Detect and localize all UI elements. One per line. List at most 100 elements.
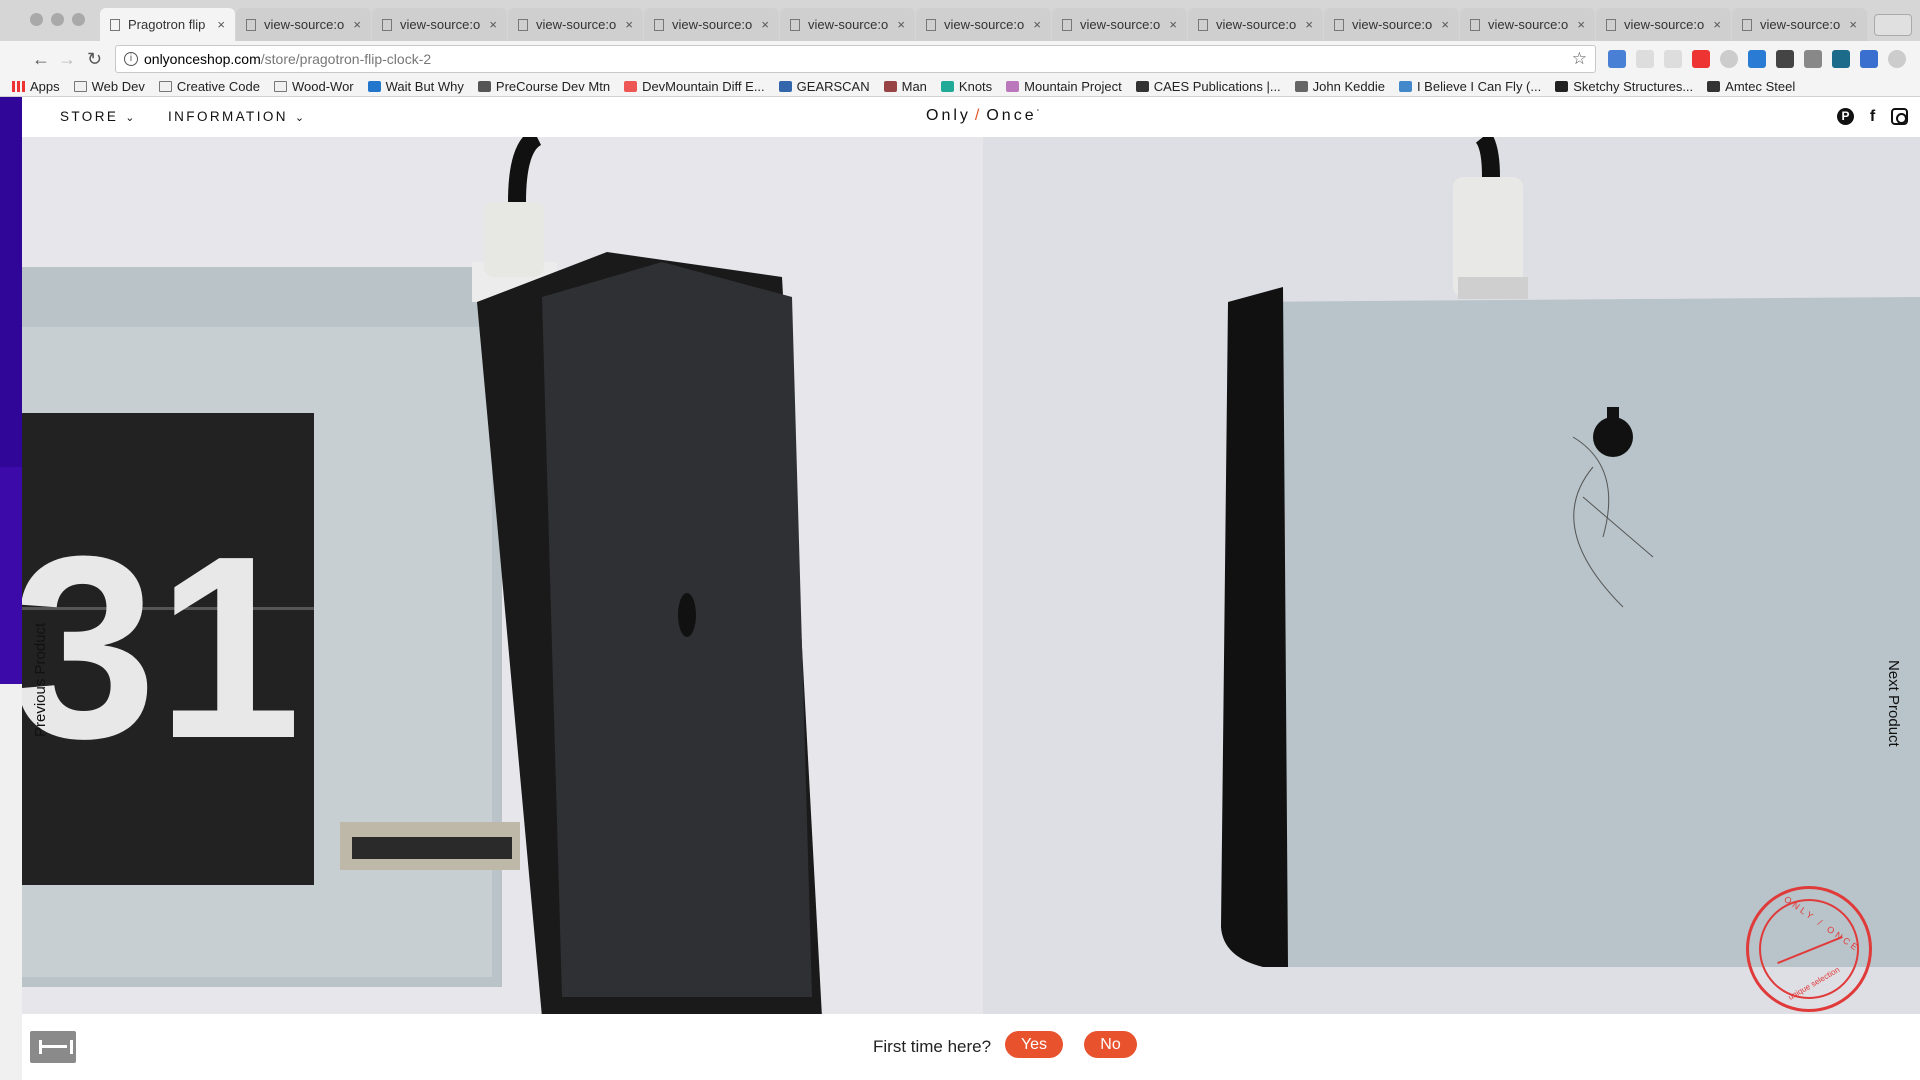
nav-information[interactable]: INFORMATION ⌄ bbox=[168, 109, 307, 124]
yes-button[interactable]: Yes bbox=[1005, 1031, 1063, 1058]
site-icon bbox=[477, 81, 491, 92]
bookmark-item[interactable]: Creative Code bbox=[158, 79, 260, 94]
close-tab-icon[interactable]: × bbox=[353, 17, 361, 32]
bookmark-item[interactable]: Amtec Steel bbox=[1707, 79, 1795, 94]
close-tab-icon[interactable]: × bbox=[1577, 17, 1585, 32]
bookmark-item[interactable]: GEARSCAN bbox=[778, 79, 870, 94]
bookmark-item[interactable]: Man bbox=[883, 79, 927, 94]
browser-tab[interactable]: view-source:o × bbox=[508, 8, 643, 41]
bookmark-item[interactable]: Knots bbox=[940, 79, 992, 94]
reload-icon[interactable]: ↻ bbox=[87, 49, 102, 70]
close-tab-icon[interactable]: × bbox=[489, 17, 497, 32]
first-time-question: First time here? bbox=[873, 1037, 992, 1056]
extension-icon[interactable] bbox=[1888, 50, 1906, 68]
bookmark-label: I Believe I Can Fly (... bbox=[1416, 79, 1542, 94]
extension-icon[interactable] bbox=[1720, 50, 1738, 68]
bookmark-item[interactable]: John Keddie bbox=[1294, 79, 1385, 94]
close-tab-icon[interactable]: × bbox=[1305, 17, 1313, 32]
close-window-button[interactable] bbox=[30, 13, 43, 26]
extension-icon[interactable] bbox=[1608, 50, 1626, 68]
site-info-icon[interactable]: i bbox=[124, 52, 138, 66]
bookmark-item[interactable]: DevMountain Diff E... bbox=[624, 79, 765, 94]
close-tab-icon[interactable]: × bbox=[1849, 17, 1857, 32]
tab-title: view-source:o bbox=[1352, 17, 1433, 32]
instagram-icon[interactable] bbox=[1891, 108, 1908, 125]
extension-icon[interactable] bbox=[1664, 50, 1682, 68]
close-tab-icon[interactable]: × bbox=[1033, 17, 1041, 32]
tab-title: view-source:o bbox=[1216, 17, 1297, 32]
browser-tab[interactable]: Pragotron flip × bbox=[100, 8, 235, 41]
close-tab-icon[interactable]: × bbox=[1169, 17, 1177, 32]
bookmark-star-icon[interactable]: ☆ bbox=[1572, 49, 1587, 69]
apps-grid-icon bbox=[12, 81, 25, 92]
facebook-icon[interactable]: f bbox=[1864, 108, 1881, 125]
close-tab-icon[interactable]: × bbox=[761, 17, 769, 32]
previous-product-link[interactable]: Previous Product bbox=[32, 623, 49, 737]
browser-tab[interactable]: view-source:o × bbox=[372, 8, 507, 41]
back-icon[interactable]: ← bbox=[32, 49, 50, 70]
site-icon bbox=[940, 81, 954, 92]
close-tab-icon[interactable]: × bbox=[625, 17, 633, 32]
browser-tab[interactable]: view-source:o × bbox=[1596, 8, 1731, 41]
hr-logo-icon[interactable] bbox=[30, 1031, 76, 1063]
svg-text:31: 31 bbox=[22, 503, 301, 793]
bookmark-item[interactable]: I Believe I Can Fly (... bbox=[1398, 79, 1542, 94]
site-icon bbox=[1135, 81, 1149, 92]
document-icon bbox=[382, 18, 392, 31]
chevron-down-icon: ⌄ bbox=[294, 112, 307, 124]
browser-tab[interactable]: view-source:o × bbox=[1732, 8, 1867, 41]
extension-icon[interactable] bbox=[1804, 50, 1822, 68]
browser-tab[interactable]: view-source:o × bbox=[1052, 8, 1187, 41]
nav-store[interactable]: STORE ⌄ bbox=[60, 109, 137, 124]
browser-tab[interactable]: view-source:o × bbox=[644, 8, 779, 41]
extension-icon[interactable] bbox=[1832, 50, 1850, 68]
document-icon bbox=[790, 18, 800, 31]
maximize-window-button[interactable] bbox=[72, 13, 85, 26]
bookmark-item[interactable]: Sketchy Structures... bbox=[1555, 79, 1693, 94]
bookmark-label: Wood-Wor bbox=[291, 79, 354, 94]
bookmark-item[interactable]: Mountain Project bbox=[1006, 79, 1122, 94]
address-bar[interactable]: i onlyonceshop.com/store/pragotron-flip-… bbox=[115, 45, 1596, 73]
bookmark-item[interactable]: Web Dev bbox=[73, 79, 145, 94]
extension-icon[interactable] bbox=[1860, 50, 1878, 68]
browser-tab[interactable]: view-source:o × bbox=[1460, 8, 1595, 41]
bookmark-item[interactable]: Apps bbox=[12, 79, 60, 94]
bookmark-label: Web Dev bbox=[91, 79, 145, 94]
close-tab-icon[interactable]: × bbox=[1713, 17, 1721, 32]
flip-clock-back-image bbox=[983, 137, 1920, 1014]
close-tab-icon[interactable]: × bbox=[1441, 17, 1449, 32]
minimize-window-button[interactable] bbox=[51, 13, 64, 26]
extension-icon[interactable] bbox=[1776, 50, 1794, 68]
pinterest-icon[interactable]: P bbox=[1837, 108, 1854, 125]
browser-tab[interactable]: view-source:o × bbox=[780, 8, 915, 41]
extension-icon[interactable] bbox=[1636, 50, 1654, 68]
bookmark-item[interactable]: Wood-Wor bbox=[273, 79, 354, 94]
extension-icon[interactable] bbox=[1748, 50, 1766, 68]
document-icon bbox=[518, 18, 528, 31]
bookmark-label: Apps bbox=[30, 79, 60, 94]
forward-icon[interactable]: → bbox=[58, 49, 76, 70]
tab-title: view-source:o bbox=[264, 17, 345, 32]
bookmark-item[interactable]: CAES Publications |... bbox=[1135, 79, 1281, 94]
close-tab-icon[interactable]: × bbox=[897, 17, 905, 32]
next-product-link[interactable]: Next Product bbox=[1885, 660, 1902, 747]
product-gallery: 31 Previous Product Next Product bbox=[22, 137, 1920, 1014]
extension-icon[interactable] bbox=[1692, 50, 1710, 68]
browser-tab[interactable]: view-source:o × bbox=[916, 8, 1051, 41]
browser-tab[interactable]: view-source:o × bbox=[236, 8, 371, 41]
only-once-stamp: ONLY / ONCE unique selection bbox=[1746, 886, 1872, 1012]
browser-toolbar: ← → ↻ i onlyonceshop.com/store/pragotron… bbox=[0, 41, 1920, 77]
bookmark-item[interactable]: Wait But Why bbox=[367, 79, 464, 94]
bookmark-label: Man bbox=[901, 79, 927, 94]
site-logo[interactable]: Only / Once° bbox=[926, 107, 1042, 125]
bookmark-item[interactable]: PreCourse Dev Mtn bbox=[477, 79, 610, 94]
site-icon bbox=[1555, 81, 1569, 92]
new-tab-button[interactable] bbox=[1874, 14, 1912, 36]
no-button[interactable]: No bbox=[1084, 1031, 1137, 1058]
tab-title: view-source:o bbox=[536, 17, 617, 32]
document-icon bbox=[1198, 18, 1208, 31]
browser-tab[interactable]: view-source:o × bbox=[1324, 8, 1459, 41]
close-tab-icon[interactable]: × bbox=[217, 17, 225, 32]
site-icon bbox=[1398, 81, 1412, 92]
browser-tab[interactable]: view-source:o × bbox=[1188, 8, 1323, 41]
